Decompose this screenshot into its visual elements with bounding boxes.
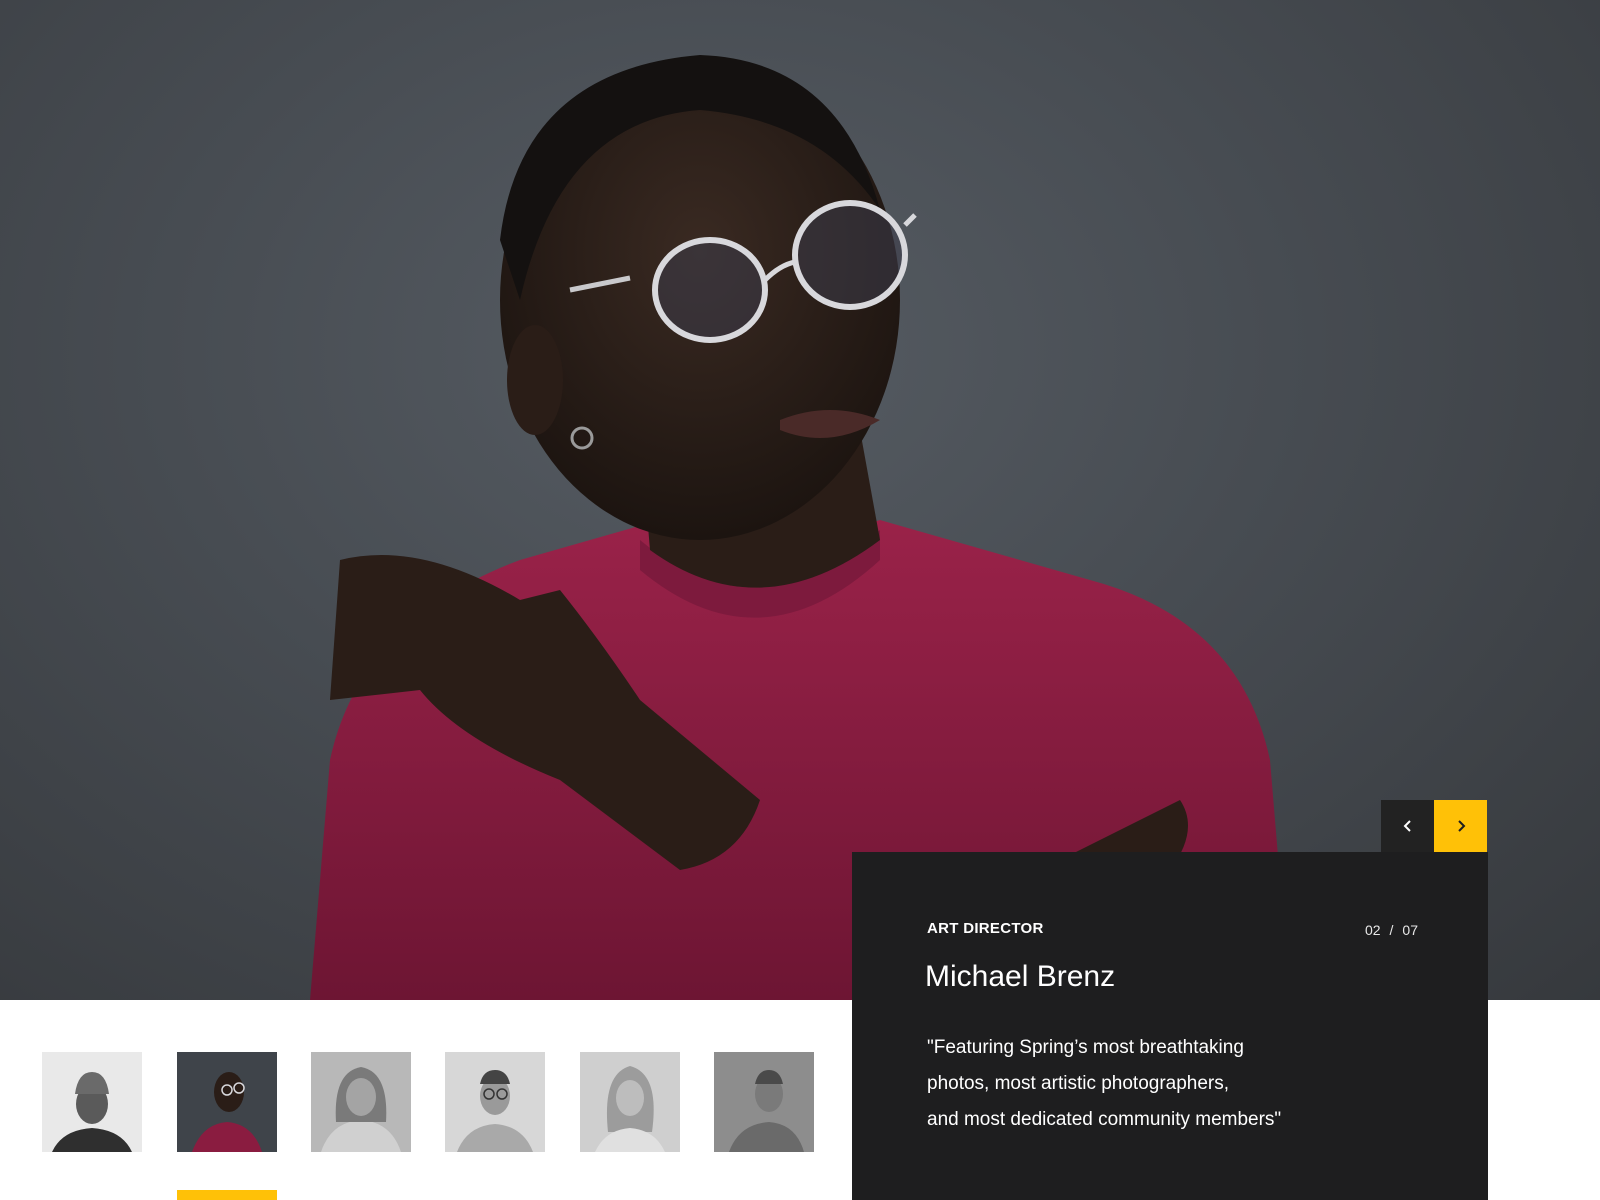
slide-counter: 02 / 07 (1365, 922, 1418, 938)
thumbnail-3[interactable] (311, 1052, 411, 1152)
thumbnail-5[interactable] (580, 1052, 680, 1152)
previous-button[interactable] (1381, 800, 1434, 852)
hero-portrait-photo (0, 0, 1600, 1000)
quote-line: and most dedicated community members" (927, 1109, 1282, 1130)
chevron-right-icon (1457, 820, 1465, 832)
quote-line: "Featuring Spring’s most breathtaking (927, 1037, 1244, 1058)
counter-total: 07 (1402, 922, 1418, 938)
thumbnail-6[interactable] (714, 1052, 814, 1152)
counter-separator: / (1389, 922, 1394, 938)
quote-line: photos, most artistic photographers, (927, 1073, 1230, 1094)
thumbnail-1[interactable] (42, 1052, 142, 1152)
profile-quote: "Featuring Spring’s most breathtaking ph… (927, 1030, 1397, 1138)
profile-role: ART DIRECTOR (927, 920, 1044, 937)
thumbnail-4[interactable] (445, 1052, 545, 1152)
chevron-left-icon (1403, 820, 1411, 832)
profile-name: Michael Brenz (925, 960, 1116, 993)
next-button[interactable] (1434, 800, 1487, 852)
portrait-illustration (310, 55, 1290, 1000)
profile-card: ART DIRECTOR 02 / 07 Michael Brenz "Featur… (852, 852, 1488, 1200)
thumbnail-2-active[interactable] (177, 1052, 277, 1152)
active-thumbnail-indicator (177, 1190, 277, 1200)
counter-current: 02 (1364, 922, 1381, 938)
